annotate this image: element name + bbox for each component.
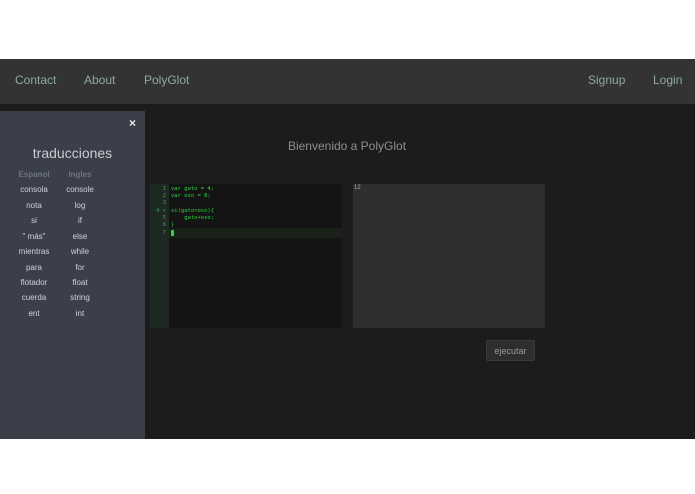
translations-sidebar: × traducciones Espanol Ingles consola co… bbox=[0, 111, 145, 439]
spanish-term: nota bbox=[26, 201, 42, 210]
column-header-english: Ingles bbox=[68, 170, 92, 179]
code-line: 7 bbox=[150, 229, 342, 237]
code-editor[interactable]: 1 var gato = 4; 2 var oso = 8; 3 4 ▾ si(… bbox=[150, 184, 342, 328]
english-term: int bbox=[75, 309, 85, 318]
run-button[interactable]: ejecutar bbox=[486, 340, 535, 361]
nav-link-contact[interactable]: Contact bbox=[15, 73, 56, 87]
sidebar-title: traducciones bbox=[32, 145, 113, 161]
main-stage: × traducciones Espanol Ingles consola co… bbox=[0, 111, 695, 439]
spanish-term: mientras bbox=[18, 247, 50, 256]
spanish-term: ent bbox=[28, 309, 40, 318]
spanish-term: si bbox=[31, 216, 37, 225]
line-number: 6 bbox=[162, 222, 166, 228]
english-term: string bbox=[70, 293, 90, 302]
english-term: console bbox=[66, 185, 94, 194]
english-term: if bbox=[78, 216, 82, 225]
translation-row: flotador float bbox=[9, 278, 129, 292]
nav-link-login[interactable]: Login bbox=[653, 73, 682, 87]
nav-link-signup[interactable]: Signup bbox=[588, 73, 625, 87]
output-panel: 12 bbox=[353, 184, 545, 328]
output-text: 12 bbox=[354, 185, 361, 191]
column-header-spanish: Espanol bbox=[18, 170, 50, 179]
code-line: 3 bbox=[150, 199, 342, 207]
navbar: Contact About PolyGlot Signup Login bbox=[0, 59, 695, 104]
welcome-heading: Bienvenido a PolyGlot bbox=[287, 139, 407, 153]
spanish-term: " más" bbox=[22, 232, 46, 241]
english-term: float bbox=[72, 278, 88, 287]
translation-row: ent int bbox=[9, 309, 129, 323]
nav-link-polyglot[interactable]: PolyGlot bbox=[144, 73, 189, 87]
app-window: Contact About PolyGlot Signup Login × tr… bbox=[0, 59, 695, 439]
spanish-term: flotador bbox=[20, 278, 48, 287]
spanish-term: consola bbox=[20, 185, 48, 194]
spanish-term: cuerda bbox=[21, 293, 47, 302]
english-term: log bbox=[74, 201, 86, 210]
nav-link-about[interactable]: About bbox=[84, 73, 115, 87]
translation-row: consola console bbox=[9, 185, 129, 199]
english-term: for bbox=[75, 263, 85, 272]
line-number: 7 bbox=[162, 230, 166, 236]
line-number: 3 bbox=[162, 200, 166, 206]
translation-row: " más" else bbox=[9, 232, 129, 246]
code-line: 6 } bbox=[150, 221, 342, 229]
close-icon[interactable]: × bbox=[129, 116, 136, 130]
translation-row: nota log bbox=[9, 201, 129, 215]
english-term: else bbox=[72, 232, 88, 241]
english-term: while bbox=[70, 247, 90, 256]
translation-row: si if bbox=[9, 216, 129, 230]
text-cursor bbox=[171, 230, 174, 236]
spanish-term: para bbox=[25, 263, 42, 272]
translation-row: para for bbox=[9, 263, 129, 277]
code-text: } bbox=[171, 222, 175, 228]
translation-row: mientras while bbox=[9, 247, 129, 261]
translation-row: cuerda string bbox=[9, 293, 129, 307]
